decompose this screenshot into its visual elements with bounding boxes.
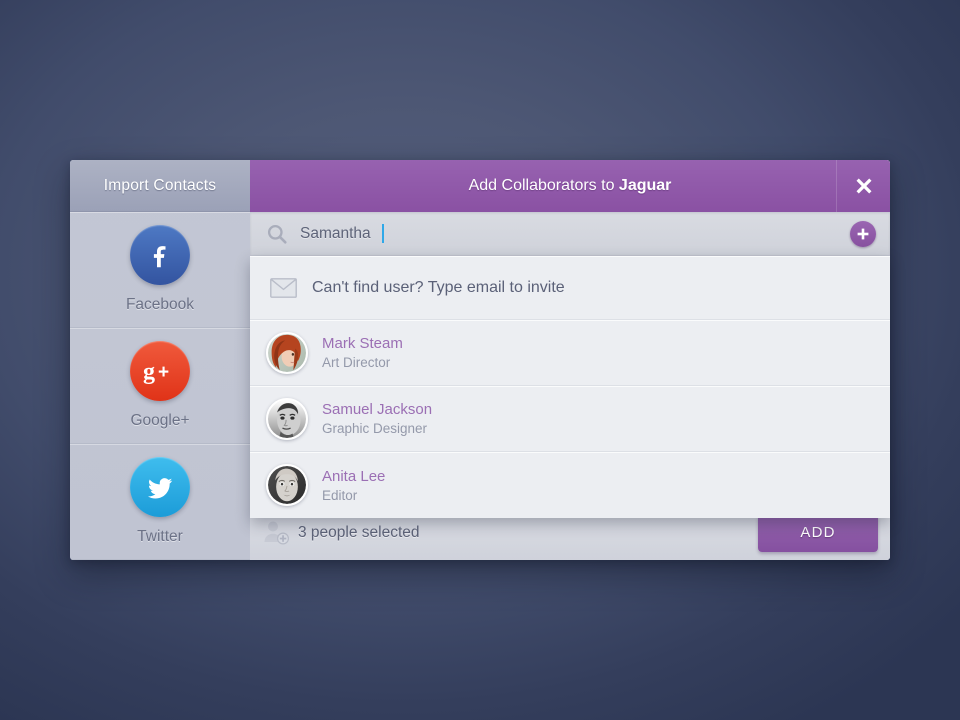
- sidebar-item-googleplus[interactable]: g + Google+: [70, 328, 250, 444]
- plus-icon: [857, 228, 869, 239]
- selection-status: 3 people selected: [298, 523, 420, 541]
- avatar: [266, 331, 308, 374]
- invite-text: Can't find user? Type email to invite: [312, 278, 565, 296]
- person-name: Mark Steam: [322, 335, 403, 352]
- invite-by-email-row[interactable]: Can't find user? Type email to invite: [250, 256, 890, 320]
- sidebar: Import Contacts Facebook g + Google+ Twi…: [70, 160, 250, 560]
- sidebar-item-twitter[interactable]: Twitter: [70, 444, 250, 560]
- facebook-icon: [130, 225, 190, 285]
- dialog-title: Add Collaborators to Jaguar: [469, 177, 672, 195]
- close-button[interactable]: [836, 160, 890, 212]
- desktop-background: Import Contacts Facebook g + Google+ Twi…: [0, 0, 960, 720]
- person-role: Graphic Designer: [322, 421, 428, 436]
- dialog-title-prefix: Add Collaborators to: [468, 177, 619, 194]
- result-row-person[interactable]: Mark Steam Art Director: [250, 320, 890, 386]
- sidebar-header: Import Contacts: [70, 160, 250, 212]
- person-info: Samuel Jackson Graphic Designer: [322, 401, 432, 436]
- person-role: Editor: [322, 487, 358, 503]
- avatar: [266, 464, 308, 506]
- envelope-icon: [270, 277, 297, 298]
- twitter-icon: [130, 457, 190, 517]
- sidebar-item-label: Google+: [130, 412, 190, 429]
- search-bar[interactable]: Samantha: [250, 212, 890, 256]
- sidebar-item-label: Facebook: [125, 296, 195, 313]
- search-results-dropdown: Can't find user? Type email to invite Ma…: [250, 256, 890, 518]
- sidebar-item-label: Twitter: [137, 528, 183, 545]
- person-info: Anita Lee Editor: [322, 468, 385, 503]
- close-icon: [856, 178, 871, 194]
- svg-text:+: +: [158, 362, 169, 383]
- person-role: Art Director: [322, 355, 391, 370]
- sidebar-item-facebook[interactable]: Facebook: [70, 212, 250, 328]
- person-name: Samuel Jackson: [322, 401, 433, 418]
- person-name: Anita Lee: [322, 467, 386, 485]
- svg-text:g: g: [143, 359, 155, 385]
- search-icon: [266, 223, 288, 245]
- result-row-person[interactable]: Samuel Jackson Graphic Designer: [250, 386, 890, 452]
- person-info: Mark Steam Art Director: [322, 335, 403, 370]
- avatar: [266, 397, 308, 440]
- googleplus-icon: g +: [130, 341, 190, 401]
- result-row-person[interactable]: Anita Lee Editor: [250, 452, 890, 518]
- add-button[interactable]: ADD: [758, 513, 878, 552]
- dialog-titlebar: Add Collaborators to Jaguar: [250, 160, 890, 212]
- dialog-title-project: Jaguar: [618, 177, 672, 194]
- sidebar-title: Import Contacts: [103, 176, 217, 194]
- add-person-button[interactable]: [850, 220, 876, 247]
- search-input[interactable]: Samantha: [300, 225, 371, 243]
- text-cursor: [381, 224, 384, 243]
- person-add-icon: [262, 519, 290, 547]
